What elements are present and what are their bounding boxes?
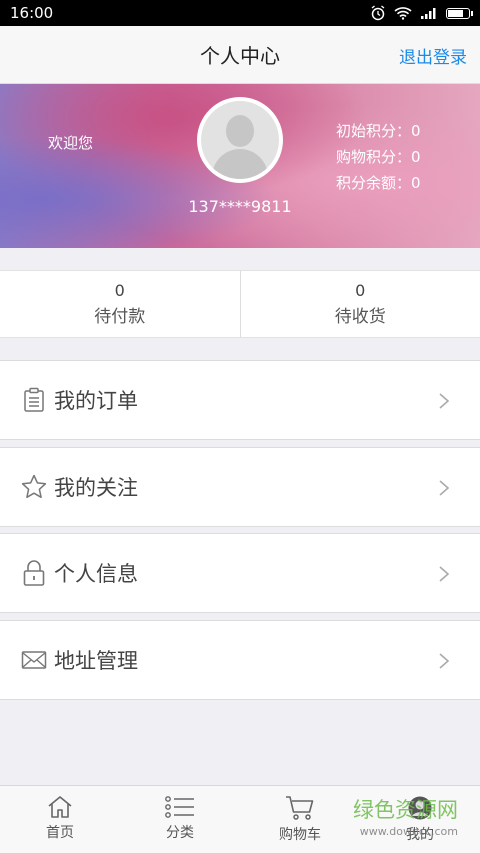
- pending-delivery[interactable]: 0 待收货: [241, 271, 480, 337]
- lock-icon: [20, 559, 48, 587]
- welcome-text: 欢迎您: [48, 134, 94, 152]
- battery-icon: [446, 7, 473, 19]
- menu-item-label: 我的关注: [54, 476, 138, 500]
- shopping-points: 购物积分：0: [336, 148, 421, 166]
- pending-delivery-count: 0: [355, 281, 366, 300]
- menu-item-personal-info[interactable]: 个人信息: [0, 533, 480, 613]
- profile-banner: 欢迎您 137****9811 初始积分：0 购物积分：0 积分余额：0: [0, 84, 480, 248]
- home-icon: [48, 796, 72, 818]
- chevron-right-icon: [439, 566, 450, 582]
- list-icon: [165, 796, 194, 818]
- avatar-placeholder-icon: [201, 101, 279, 179]
- menu-item-label: 我的订单: [54, 389, 138, 413]
- cart-icon: [286, 796, 314, 820]
- menu-item-label: 个人信息: [54, 562, 138, 586]
- avatar[interactable]: [197, 97, 283, 183]
- tab-home[interactable]: 首页: [0, 786, 120, 853]
- envelope-icon: [20, 646, 48, 674]
- pending-delivery-label: 待收货: [334, 307, 386, 327]
- clipboard-icon: [20, 386, 48, 414]
- signal-icon: [420, 7, 438, 19]
- initial-points: 初始积分：0: [336, 122, 421, 140]
- tab-label: 首页: [46, 825, 74, 841]
- tab-label: 分类: [166, 825, 194, 841]
- pending-payment[interactable]: 0 待付款: [0, 271, 241, 337]
- points-balance: 积分余额：0: [336, 174, 421, 192]
- tab-category[interactable]: 分类: [120, 786, 240, 853]
- menu-item-label: 地址管理: [54, 649, 138, 673]
- tab-label: 购物车: [279, 827, 321, 843]
- page-title: 个人中心: [200, 44, 280, 68]
- logout-button[interactable]: 退出登录: [399, 43, 467, 68]
- chevron-right-icon: [439, 480, 450, 496]
- status-time: 16:00: [10, 4, 54, 22]
- user-phone: 137****9811: [188, 197, 292, 216]
- order-status-bar: 0 待付款 0 待收货: [0, 270, 480, 338]
- menu-item-orders[interactable]: 我的订单: [0, 360, 480, 440]
- menu-item-following[interactable]: 我的关注: [0, 447, 480, 527]
- pending-payment-label: 待付款: [94, 307, 146, 327]
- chevron-right-icon: [439, 393, 450, 409]
- star-icon: [20, 473, 48, 501]
- pending-payment-count: 0: [114, 281, 125, 300]
- site-watermark: 绿色资源网 www.downcc.com: [353, 798, 458, 838]
- chevron-right-icon: [439, 653, 450, 669]
- wifi-icon: [394, 6, 412, 20]
- menu-item-address[interactable]: 地址管理: [0, 620, 480, 700]
- alarm-icon: [370, 5, 386, 21]
- app-header: 个人中心 退出登录: [0, 26, 480, 84]
- tab-cart[interactable]: 购物车: [240, 786, 360, 853]
- points-summary: 初始积分：0 购物积分：0 积分余额：0: [336, 118, 421, 196]
- status-bar: 16:00: [0, 0, 480, 26]
